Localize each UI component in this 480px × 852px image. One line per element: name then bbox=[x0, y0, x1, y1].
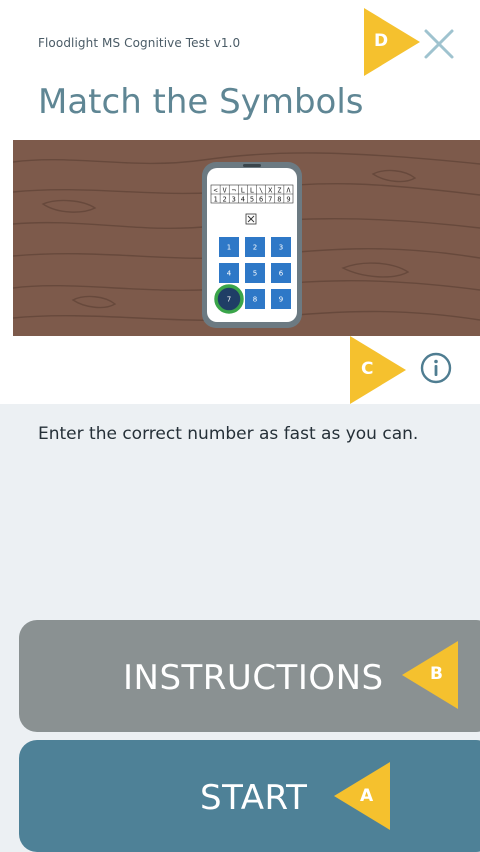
wood-background: <1V2¬3L4L5\6X7Z8Λ9 1 2 34 5 67 8 9 bbox=[13, 140, 480, 336]
keypad-key: 1 bbox=[219, 237, 239, 257]
keypad-key-label: 2 bbox=[253, 244, 257, 252]
key-symbol: L bbox=[250, 187, 254, 195]
instructions-label: INSTRUCTIONS bbox=[123, 658, 384, 698]
keypad-key-label: 5 bbox=[253, 270, 257, 278]
keypad-key-label: 3 bbox=[279, 244, 283, 252]
hero-illustration: <1 V 2 ¬ 3 L 4 L 5 \ 6 X 7 Z 8 Λ 9 123456789 bbox=[13, 140, 480, 336]
key-number: 5 bbox=[250, 196, 254, 204]
close-button[interactable] bbox=[419, 24, 459, 64]
keypad-key: 8 bbox=[245, 289, 265, 309]
keypad-key-label: 9 bbox=[279, 296, 283, 304]
key-symbol: L bbox=[241, 187, 245, 195]
close-icon bbox=[424, 29, 454, 59]
key-symbol: ¬ bbox=[232, 187, 236, 195]
keypad-key-label: 4 bbox=[227, 270, 232, 278]
key-number: 3 bbox=[232, 196, 236, 204]
badge-c bbox=[350, 336, 406, 404]
keypad-key-label: 1 bbox=[227, 244, 231, 252]
key-number: 2 bbox=[223, 196, 227, 204]
keypad-key: 3 bbox=[271, 237, 291, 257]
keypad-key: 2 bbox=[245, 237, 265, 257]
key-number: 1 bbox=[213, 196, 217, 204]
key-symbol: < bbox=[213, 187, 217, 195]
screen: Floodlight MS Cognitive Test v1.0 Match … bbox=[0, 0, 480, 852]
keypad-key: 6 bbox=[271, 263, 291, 283]
key-symbol: \ bbox=[259, 187, 263, 195]
keypad-key: 5 bbox=[245, 263, 265, 283]
start-label: START bbox=[200, 778, 308, 818]
key-number: 9 bbox=[286, 196, 290, 204]
keypad-key-label: 7 bbox=[227, 296, 231, 304]
key-number: 6 bbox=[259, 196, 263, 204]
keypad-key: 7 bbox=[214, 284, 244, 314]
page-title: Match the Symbols bbox=[38, 82, 364, 122]
badge-d bbox=[364, 8, 420, 76]
keypad-key-label: 6 bbox=[279, 270, 284, 278]
phone-illustration: <1V2¬3L4L5\6X7Z8Λ9 1 2 34 5 67 8 9 bbox=[202, 162, 302, 328]
keypad-key-label: 8 bbox=[253, 296, 257, 304]
info-button[interactable] bbox=[419, 351, 453, 385]
key-number: 7 bbox=[268, 196, 272, 204]
badge-d-label: D bbox=[374, 31, 389, 51]
instruction-text: Enter the correct number as fast as you … bbox=[38, 424, 419, 444]
keypad-key: 4 bbox=[219, 263, 239, 283]
key-number: 4 bbox=[241, 196, 245, 204]
info-icon bbox=[420, 352, 452, 384]
start-button[interactable]: START bbox=[19, 740, 480, 852]
key-number: 8 bbox=[277, 196, 281, 204]
app-title: Floodlight MS Cognitive Test v1.0 bbox=[38, 36, 241, 50]
info-area bbox=[0, 336, 480, 404]
badge-b-label: B bbox=[430, 664, 443, 684]
badge-a-label: A bbox=[360, 786, 374, 806]
badge-c-label: C bbox=[361, 359, 374, 379]
keypad-key: 9 bbox=[271, 289, 291, 309]
key-symbol: Z bbox=[277, 187, 281, 195]
